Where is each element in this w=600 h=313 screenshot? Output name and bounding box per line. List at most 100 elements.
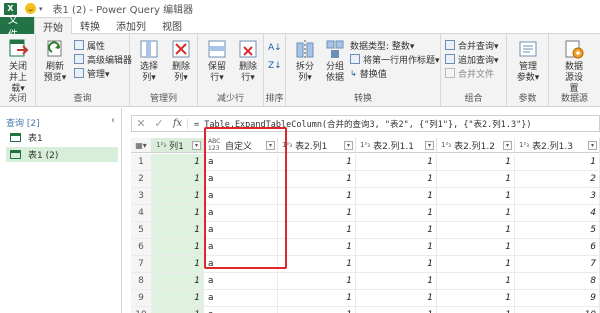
manage-parameters-button[interactable]: 管理参数▾ [511,38,545,84]
table-cell[interactable]: a [204,188,278,205]
type-icon[interactable]: ABC 123 [208,138,222,152]
table-cell[interactable]: a [204,205,278,222]
table-cell[interactable]: a [204,290,278,307]
advanced-editor-button[interactable]: 高级编辑器 [74,53,132,66]
quick-access-dropdown-icon[interactable]: ▾ [39,5,43,13]
table-cell[interactable]: 1 [437,171,515,188]
table-cell[interactable]: 1 [152,188,204,205]
table-cell[interactable]: 1 [152,256,204,273]
type-icon[interactable]: 1²₃ [360,141,370,149]
table-cell[interactable]: 5 [515,222,600,239]
table-cell[interactable]: 2 [515,171,600,188]
tab-file[interactable]: 文件 [0,15,34,41]
table-cell[interactable]: 1 [278,205,356,222]
row-number[interactable]: 2 [131,171,152,188]
type-icon[interactable]: 1²₃ [156,141,166,149]
datasource-settings-button[interactable]: 数据源设置 [557,38,591,95]
table-cell[interactable]: 1 [278,307,356,313]
table-cell[interactable]: 1 [515,154,600,171]
tab-view[interactable]: 视图 [154,17,190,34]
filter-dropdown-icon[interactable]: ▾ [266,141,275,150]
table-cell[interactable]: 7 [515,256,600,273]
row-number[interactable]: 1 [131,154,152,171]
table-cell[interactable]: 1 [152,171,204,188]
filter-dropdown-icon[interactable]: ▾ [192,141,201,150]
properties-button[interactable]: 属性 [74,39,105,52]
table-menu-button[interactable]: ▦▾ [131,138,152,153]
column-header-2[interactable]: ABC 123 自定义 ▾ [204,138,278,153]
cancel-formula-icon[interactable]: ✕ [132,117,150,130]
column-header-1[interactable]: 1²₃ 列1 ▾ [152,138,204,153]
type-icon[interactable]: 1²₃ [519,141,529,149]
formula-text[interactable]: = Table.ExpandTableColumn(合并的查询3, "表2", … [188,118,532,130]
group-by-button[interactable]: 分组依据 [318,38,352,84]
table-cell[interactable]: 1 [437,154,515,171]
filter-dropdown-icon[interactable]: ▾ [503,141,512,150]
table-cell[interactable]: 3 [515,188,600,205]
table-cell[interactable]: 1 [356,273,437,290]
filter-dropdown-icon[interactable]: ▾ [425,141,434,150]
table-cell[interactable]: 1 [437,273,515,290]
table-cell[interactable]: 1 [356,239,437,256]
table-cell[interactable]: a [204,222,278,239]
manage-query-button[interactable]: 管理▾ [74,67,110,80]
column-header-4[interactable]: 1²₃ 表2.列1.1 ▾ [356,138,437,153]
fx-icon[interactable]: fx [168,118,188,129]
table-cell[interactable]: 10 [515,307,600,313]
table-cell[interactable]: 4 [515,205,600,222]
collapse-pane-icon[interactable]: ‹ [111,115,115,126]
remove-columns-button[interactable]: 删除列▾ [164,38,198,84]
choose-columns-button[interactable]: 选择列▾ [132,38,166,84]
table-cell[interactable]: 1 [278,154,356,171]
table-cell[interactable]: 1 [278,171,356,188]
table-cell[interactable]: 1 [152,222,204,239]
feedback-smiley-icon[interactable] [25,3,36,14]
table-cell[interactable]: a [204,171,278,188]
table-cell[interactable]: 1 [437,222,515,239]
type-icon[interactable]: 1²₃ [282,141,292,149]
tab-add-column[interactable]: 添加列 [108,17,154,34]
combine-files-button[interactable]: 合并文件 [445,67,494,80]
tab-home[interactable]: 开始 [34,17,72,34]
table-cell[interactable]: 9 [515,290,600,307]
row-number[interactable]: 9 [131,290,152,307]
column-header-5[interactable]: 1²₃ 表2.列1.2 ▾ [437,138,515,153]
table-cell[interactable]: 1 [356,205,437,222]
type-icon[interactable]: 1²₃ [441,141,451,149]
split-column-button[interactable]: 拆分列▾ [288,38,322,84]
table-cell[interactable]: 1 [278,239,356,256]
sort-descending-button[interactable]: Z↓ [268,60,282,72]
data-type-dropdown[interactable]: 数据类型: 整数▾ [350,39,414,52]
row-number[interactable]: 8 [131,273,152,290]
table-cell[interactable]: a [204,239,278,256]
table-cell[interactable]: a [204,307,278,313]
remove-rows-button[interactable]: 删除行▾ [231,38,265,84]
keep-rows-button[interactable]: 保留行▾ [200,38,234,84]
use-first-row-as-headers-button[interactable]: 将第一行用作标题▾ [350,53,440,66]
table-cell[interactable]: 1 [278,290,356,307]
table-cell[interactable]: a [204,256,278,273]
row-number[interactable]: 5 [131,222,152,239]
refresh-preview-button[interactable]: 刷新预览▾ [38,38,72,84]
table-cell[interactable]: 1 [356,307,437,313]
table-cell[interactable]: 1 [152,239,204,256]
query-item-table1-2[interactable]: 表1 (2) [6,147,118,162]
append-queries-button[interactable]: 追加查询▾ [445,53,499,66]
table-cell[interactable]: 1 [437,307,515,313]
merge-queries-button[interactable]: 合并查询▾ [445,39,499,52]
table-cell[interactable]: 1 [437,205,515,222]
table-cell[interactable]: 8 [515,273,600,290]
table-cell[interactable]: 1 [152,290,204,307]
row-number[interactable]: 10 [131,307,152,313]
table-cell[interactable]: 1 [278,273,356,290]
tab-transform[interactable]: 转换 [72,17,108,34]
table-cell[interactable]: 1 [278,222,356,239]
table-cell[interactable]: 1 [278,188,356,205]
confirm-formula-icon[interactable]: ✓ [150,117,168,130]
close-and-load-button[interactable]: 关闭并上载▾ [1,38,35,95]
table-cell[interactable]: 1 [356,256,437,273]
table-cell[interactable]: a [204,273,278,290]
table-cell[interactable]: 1 [437,239,515,256]
row-number[interactable]: 4 [131,205,152,222]
table-cell[interactable]: 1 [152,307,204,313]
